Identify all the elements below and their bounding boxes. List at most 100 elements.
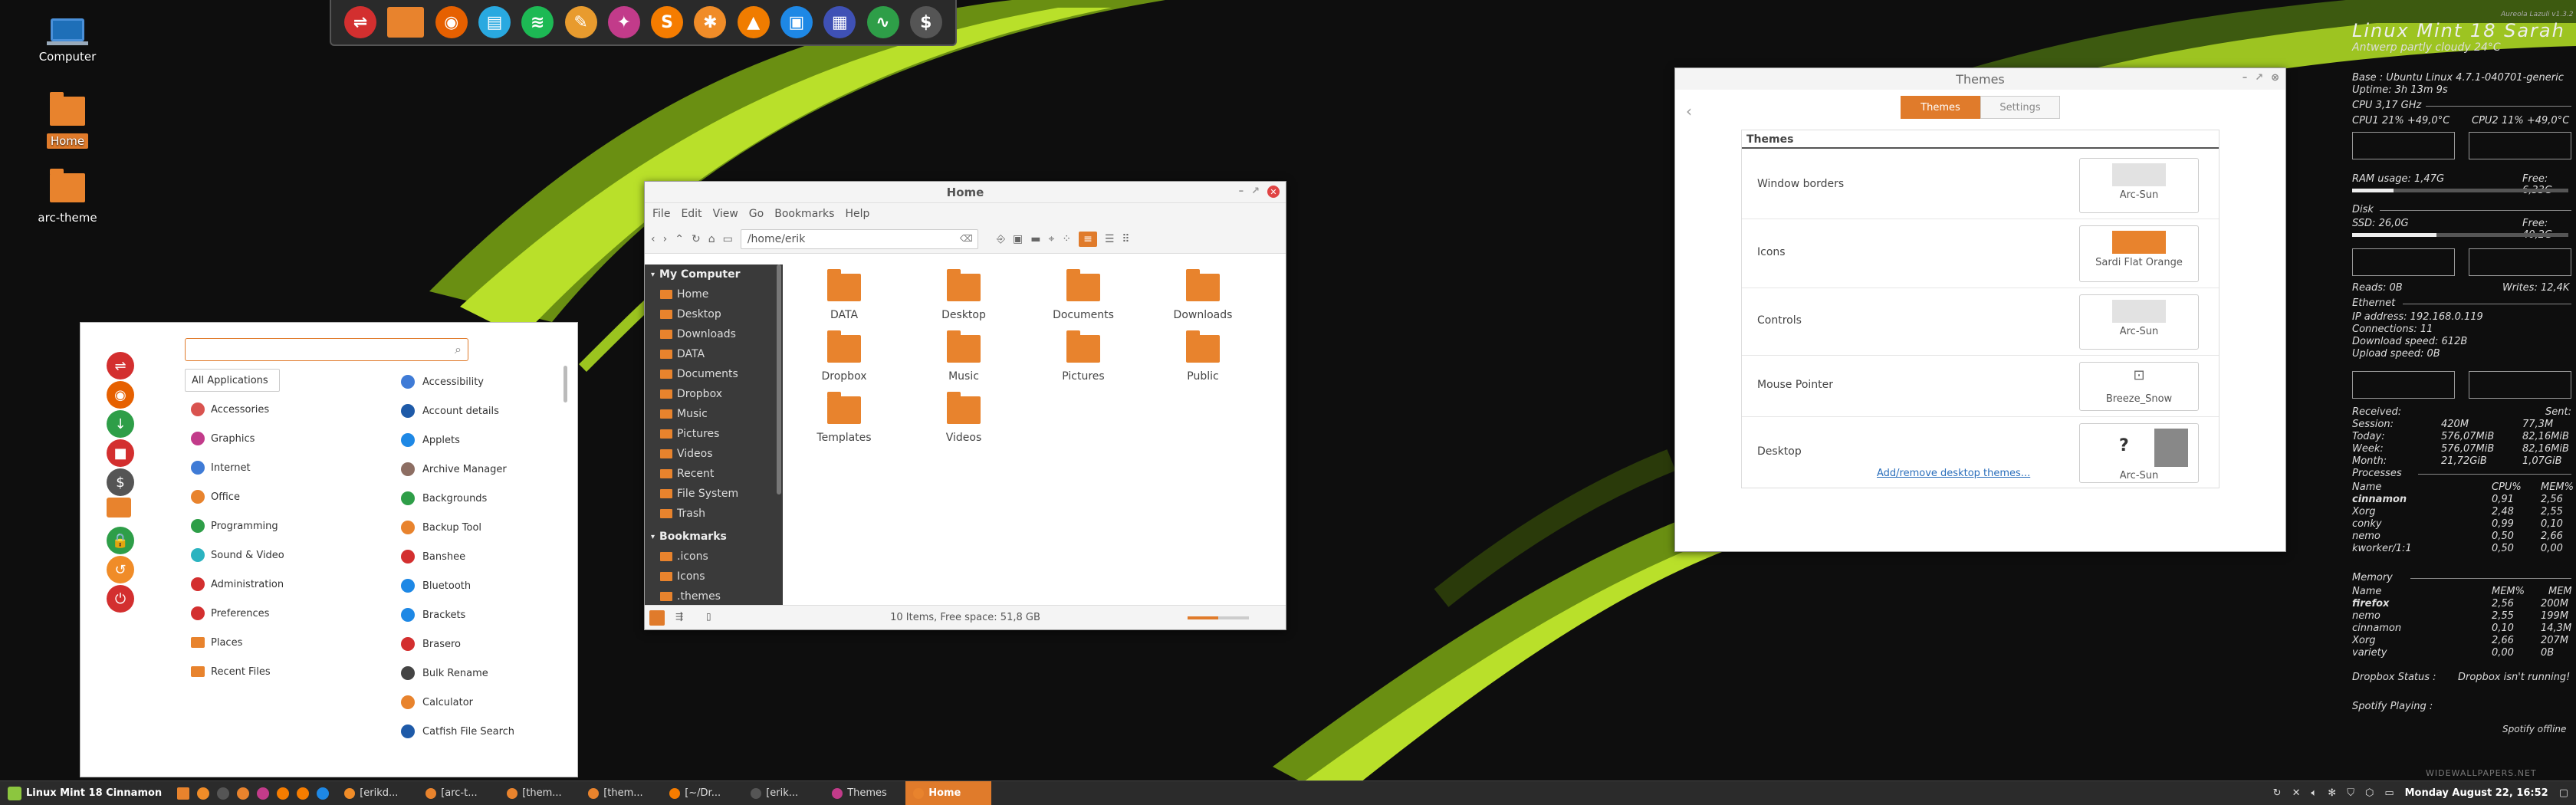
sidebar-item-downloads[interactable]: Downloads [645,324,783,344]
toggle-location-icon[interactable]: ⎆ [997,233,1005,245]
media-fav-icon[interactable]: ■ [107,439,134,467]
menu-help[interactable]: Help [845,208,869,220]
taskbar-window-button[interactable]: [them... [580,781,662,805]
nemo-icon[interactable]: ▣ [780,6,813,38]
launcher-icon[interactable] [237,787,250,800]
sidebar-item-pictures[interactable]: Pictures [645,424,783,444]
terminal-fav-icon[interactable]: $ [107,468,134,496]
category-sound-video[interactable]: Sound & Video [185,544,361,567]
category-all-applications[interactable]: All Applications [185,369,280,392]
file-item-public[interactable]: Public [1149,330,1257,383]
app-backgrounds[interactable]: Backgrounds [401,487,487,510]
taskbar-window-button[interactable]: [erik... [743,781,824,805]
up-icon[interactable]: ⌃ [675,233,684,245]
file-manager-titlebar[interactable]: Home – ↗ ✕ [645,182,1286,203]
launcher-icon[interactable] [197,787,210,800]
tab-themes[interactable]: Themes [1901,96,1980,119]
maximize-icon[interactable]: ↗ [1251,186,1260,198]
icon-view-icon[interactable]: ⁘ [1062,233,1071,245]
app-catfish-file-search[interactable]: Catfish File Search [401,720,514,743]
category-accessories[interactable]: Accessories [185,398,361,421]
sidebar-item-desktop[interactable]: Desktop [645,304,783,324]
launcher-icon[interactable] [277,787,290,800]
app-archive-manager[interactable]: Archive Manager [401,458,507,481]
app-bulk-rename[interactable]: Bulk Rename [401,662,488,685]
menu-scrollbar[interactable] [564,366,567,402]
sidebar-item-recent[interactable]: Recent [645,464,783,484]
keyboard-tray-icon[interactable]: ▭ [2384,787,2394,799]
sidebar-item-music[interactable]: Music [645,404,783,424]
start-menu-button[interactable]: Linux Mint 18 Cinnamon [0,781,169,805]
sublime-icon[interactable]: S [651,6,684,38]
desktop-icon-computer[interactable]: Computer [14,18,121,64]
power-fav-icon[interactable]: ⏻ [107,585,134,613]
computer-icon[interactable]: ▭ [723,233,733,245]
minimize-icon[interactable]: – [2242,72,2248,84]
dropbox-tray-icon[interactable]: ⬡ [2365,787,2374,799]
download-fav-icon[interactable]: ↓ [107,410,134,438]
file-item-documents[interactable]: Documents [1030,269,1137,321]
reload-icon[interactable]: ↻ [692,233,701,245]
list-view-icon[interactable]: ≡ [1079,231,1097,247]
maximize-icon[interactable]: ↗ [2255,72,2263,84]
taskbar-window-button[interactable]: [arc-t... [418,781,499,805]
app-banshee[interactable]: Banshee [401,545,465,568]
launcher-icon[interactable] [317,787,330,800]
logout-fav-icon[interactable]: ↺ [107,556,134,583]
app-applets[interactable]: Applets [401,429,460,452]
taskbar-window-button[interactable]: Themes [824,781,905,805]
home-icon[interactable]: ⌂ [708,233,715,245]
desktop-icon-home[interactable]: Home [14,92,121,149]
menu-go[interactable]: Go [749,208,764,220]
sidebar-item-trash[interactable]: Trash [645,504,783,524]
sidebar-section-header[interactable]: ▾ My Computer [645,264,783,284]
minimize-icon[interactable]: – [1239,186,1244,198]
shield-tray-icon[interactable]: ⛉ [2347,787,2354,799]
vlc-icon[interactable]: ▲ [737,6,770,38]
sidebar-item-dropbox[interactable]: Dropbox [645,384,783,404]
menu-bookmarks[interactable]: Bookmarks [774,208,834,220]
app-backup-tool[interactable]: Backup Tool [401,516,481,539]
sidebar-item--themes[interactable]: .themes [645,586,783,606]
app-calculator[interactable]: Calculator [401,691,473,714]
category-graphics[interactable]: Graphics [185,427,361,450]
clock[interactable]: Monday August 22, 16:52 [2405,787,2548,799]
forward-icon[interactable]: › [663,233,668,245]
launcher-icon[interactable] [217,787,230,800]
category-office[interactable]: Office [185,485,361,508]
menu-view[interactable]: View [713,208,738,220]
firefox-icon[interactable]: ◉ [435,6,468,38]
app-accessibility[interactable]: Accessibility [401,370,484,393]
category-places[interactable]: Places [185,631,361,654]
file-item-desktop[interactable]: Desktop [910,269,1017,321]
category-internet[interactable]: Internet [185,456,361,479]
category-programming[interactable]: Programming [185,514,361,537]
menu-search-input[interactable]: ⌕ [185,338,468,361]
file-item-pictures[interactable]: Pictures [1030,330,1137,383]
show-desktop-icon[interactable]: ▢ [2559,787,2568,799]
transmission-icon[interactable]: ✱ [694,6,727,38]
clear-icon[interactable]: ⌫ [960,233,973,244]
tab-settings[interactable]: Settings [1980,96,2060,119]
taskbar-window-button[interactable]: [~/Dr... [662,781,743,805]
sidebar-item--icons[interactable]: .icons [645,547,783,567]
gimp-icon[interactable]: ✎ [564,6,597,38]
back-icon[interactable]: ‹ [651,233,656,245]
update-tray-icon[interactable]: ↻ [2273,787,2282,799]
file-item-templates[interactable]: Templates [790,392,898,444]
sidebar-toggle-icon[interactable] [649,610,665,626]
theme-selector-button[interactable]: Arc-Sun [2079,158,2199,213]
hide-sidebar-icon[interactable]: ▯ [706,611,711,622]
sidebar-item-icons[interactable]: Icons [645,567,783,586]
tools-tray-icon[interactable]: ✕ [2292,787,2301,799]
add-remove-desktop-themes-link[interactable]: Add/remove desktop themes... [1877,468,2030,479]
zoom-slider[interactable] [1188,616,1249,619]
sidebar-item-home[interactable]: Home [645,284,783,304]
sidebar-item-documents[interactable]: Documents [645,364,783,384]
file-item-downloads[interactable]: Downloads [1149,269,1257,321]
menu-file[interactable]: File [652,208,670,220]
mintupdate-fav-icon[interactable]: ⇌ [107,352,134,380]
theme-selector-button[interactable]: Arc-Sun [2079,294,2199,350]
sidebar-item-data[interactable]: DATA [645,344,783,364]
spotify-icon[interactable]: ≋ [521,6,554,38]
